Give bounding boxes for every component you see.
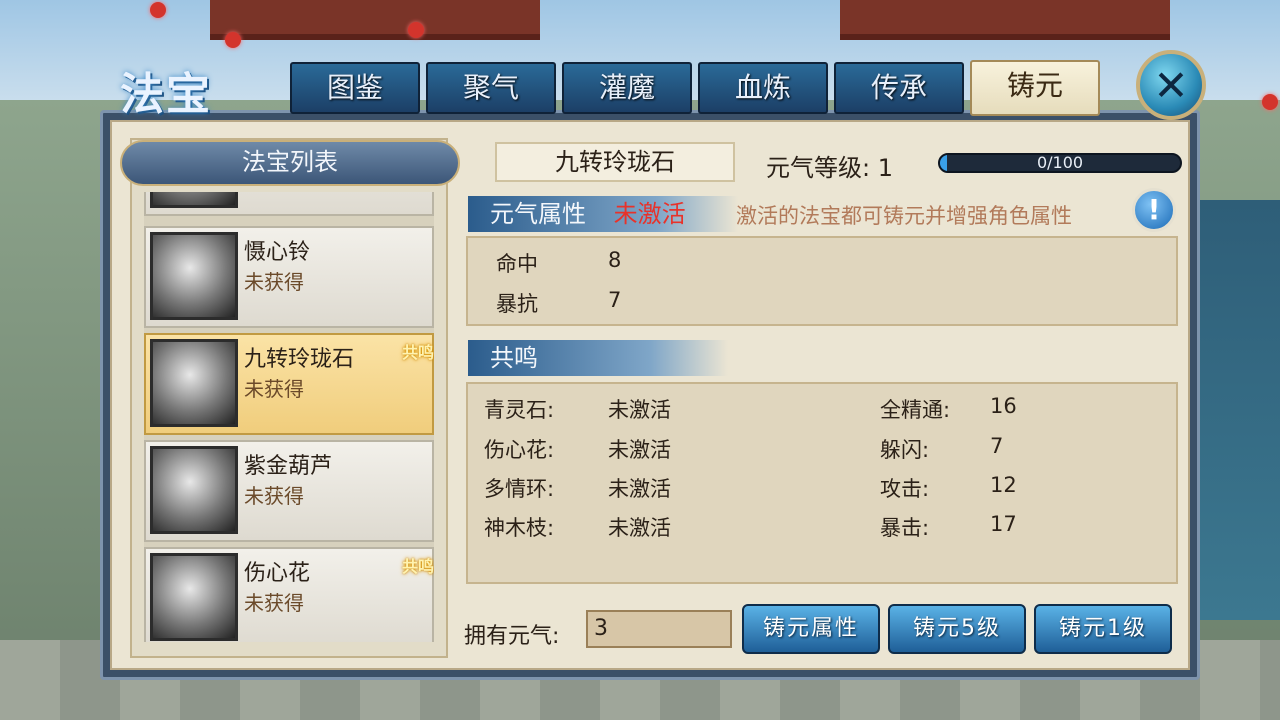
stone-treasure-icon — [150, 339, 238, 427]
tab-juqi[interactable]: 聚气 — [426, 62, 556, 114]
roof-left — [210, 0, 540, 40]
lantern-icon — [408, 22, 424, 38]
treasure-icon — [150, 192, 238, 208]
qi-level-label: 元气等级: 1 — [766, 154, 893, 182]
list-item[interactable]: 紫金葫芦 未获得 — [144, 440, 434, 542]
bonus-value: 16 — [990, 394, 1017, 418]
resonance-item-name: 神木枝: — [484, 516, 555, 540]
bonus-name: 攻击: — [880, 477, 930, 501]
list-item[interactable]: 伤心花 未获得 共鸣 — [144, 547, 434, 642]
qi-progress-bar: 0/100 — [938, 153, 1182, 173]
forge-1-level-button[interactable]: 铸元1级 — [1034, 604, 1172, 654]
resonance-box: 青灵石: 未激活 伤心花: 未激活 多情环: 未激活 神木枝: 未激活 全精通:… — [466, 382, 1178, 584]
resonance-item-state: 未激活 — [608, 516, 671, 540]
item-status: 未获得 — [244, 484, 304, 508]
attr-value: 7 — [608, 288, 622, 312]
attr-section-state: 未激活 — [613, 200, 686, 228]
item-name: 伤心花 — [244, 561, 311, 586]
tab-xuelian[interactable]: 血炼 — [698, 62, 828, 114]
bonus-value: 12 — [990, 473, 1017, 497]
bonus-name: 暴击: — [880, 516, 930, 540]
close-button[interactable]: ✕ — [1136, 50, 1206, 120]
roof-right — [840, 0, 1170, 40]
lantern-icon — [1262, 94, 1278, 110]
treasure-list-panel: 法宝列表 慑心铃 未获得 九转玲珑石 未获得 共鸣 紫金葫芦 未获得 伤心花 未… — [120, 138, 460, 658]
tab-chuancheng[interactable]: 传承 — [834, 62, 964, 114]
lantern-icon — [150, 2, 166, 18]
info-icon: ! — [1147, 193, 1161, 226]
lotus-treasure-icon — [150, 553, 238, 641]
treasure-list[interactable]: 慑心铃 未获得 九转玲珑石 未获得 共鸣 紫金葫芦 未获得 伤心花 未获得 共鸣 — [144, 192, 434, 642]
list-item[interactable]: 慑心铃 未获得 — [144, 226, 434, 328]
item-name: 紫金葫芦 — [244, 454, 333, 479]
bonus-name: 全精通: — [880, 398, 951, 422]
window-title: 法宝 — [120, 69, 212, 120]
attr-hint: 激活的法宝都可铸元并增强角色属性 — [736, 204, 1072, 228]
tab-guanmo[interactable]: 灌魔 — [562, 62, 692, 114]
forge-5-level-button[interactable]: 铸元5级 — [888, 604, 1026, 654]
resonance-item-state: 未激活 — [608, 438, 671, 462]
close-icon: ✕ — [1153, 60, 1189, 110]
game-scene: 法宝 图鉴 聚气 灌魔 血炼 传承 铸元 ✕ 法宝列表 慑心铃 未获得 九转玲珑… — [0, 0, 1280, 720]
progress-text: 0/100 — [1036, 153, 1084, 172]
bell-treasure-icon — [150, 232, 238, 320]
bonus-value: 7 — [990, 434, 1004, 458]
list-item[interactable] — [144, 192, 434, 216]
resonance-item-name: 多情环: — [484, 477, 555, 501]
owned-qi-field: 3 — [586, 610, 732, 648]
attr-section-header: 元气属性 未激活 — [468, 196, 738, 232]
resonance-item-state: 未激活 — [608, 477, 671, 501]
tab-tujian[interactable]: 图鉴 — [290, 62, 420, 114]
item-status: 未获得 — [244, 591, 304, 615]
bonus-name: 躲闪: — [880, 438, 930, 462]
attr-value: 8 — [608, 248, 622, 272]
owned-qi-label: 拥有元气: — [464, 624, 560, 649]
bonus-value: 17 — [990, 512, 1017, 536]
tab-zhuyuan[interactable]: 铸元 — [970, 60, 1100, 116]
resonance-item-state: 未激活 — [608, 398, 671, 422]
resonance-badge: 共鸣 — [401, 343, 434, 362]
info-button[interactable]: ! — [1132, 188, 1176, 232]
list-item-selected[interactable]: 九转玲珑石 未获得 共鸣 — [144, 333, 434, 435]
resonance-item-name: 青灵石: — [484, 398, 555, 422]
treasure-window: 法宝 图鉴 聚气 灌魔 血炼 传承 铸元 ✕ 法宝列表 慑心铃 未获得 九转玲珑… — [100, 50, 1210, 680]
attr-name: 暴抗 — [496, 292, 538, 316]
list-header: 法宝列表 — [120, 140, 460, 186]
item-name: 慑心铃 — [244, 240, 311, 265]
attr-name: 命中 — [496, 252, 538, 276]
item-status: 未获得 — [244, 270, 304, 294]
resonance-item-name: 伤心花: — [484, 438, 555, 462]
item-name: 九转玲珑石 — [244, 347, 355, 372]
attr-section-title: 元气属性 — [490, 200, 586, 228]
treasure-name: 九转玲珑石 — [495, 142, 735, 182]
item-status: 未获得 — [244, 377, 304, 401]
gourd-treasure-icon — [150, 446, 238, 534]
forge-attr-button[interactable]: 铸元属性 — [742, 604, 880, 654]
title-plate: 法宝 — [102, 50, 292, 120]
attr-box: 命中 8 暴抗 7 — [466, 236, 1178, 326]
resonance-badge: 共鸣 — [401, 557, 434, 576]
resonance-section-header: 共鸣 — [468, 340, 728, 376]
lantern-icon — [225, 32, 241, 48]
resonance-section-title: 共鸣 — [490, 344, 538, 372]
